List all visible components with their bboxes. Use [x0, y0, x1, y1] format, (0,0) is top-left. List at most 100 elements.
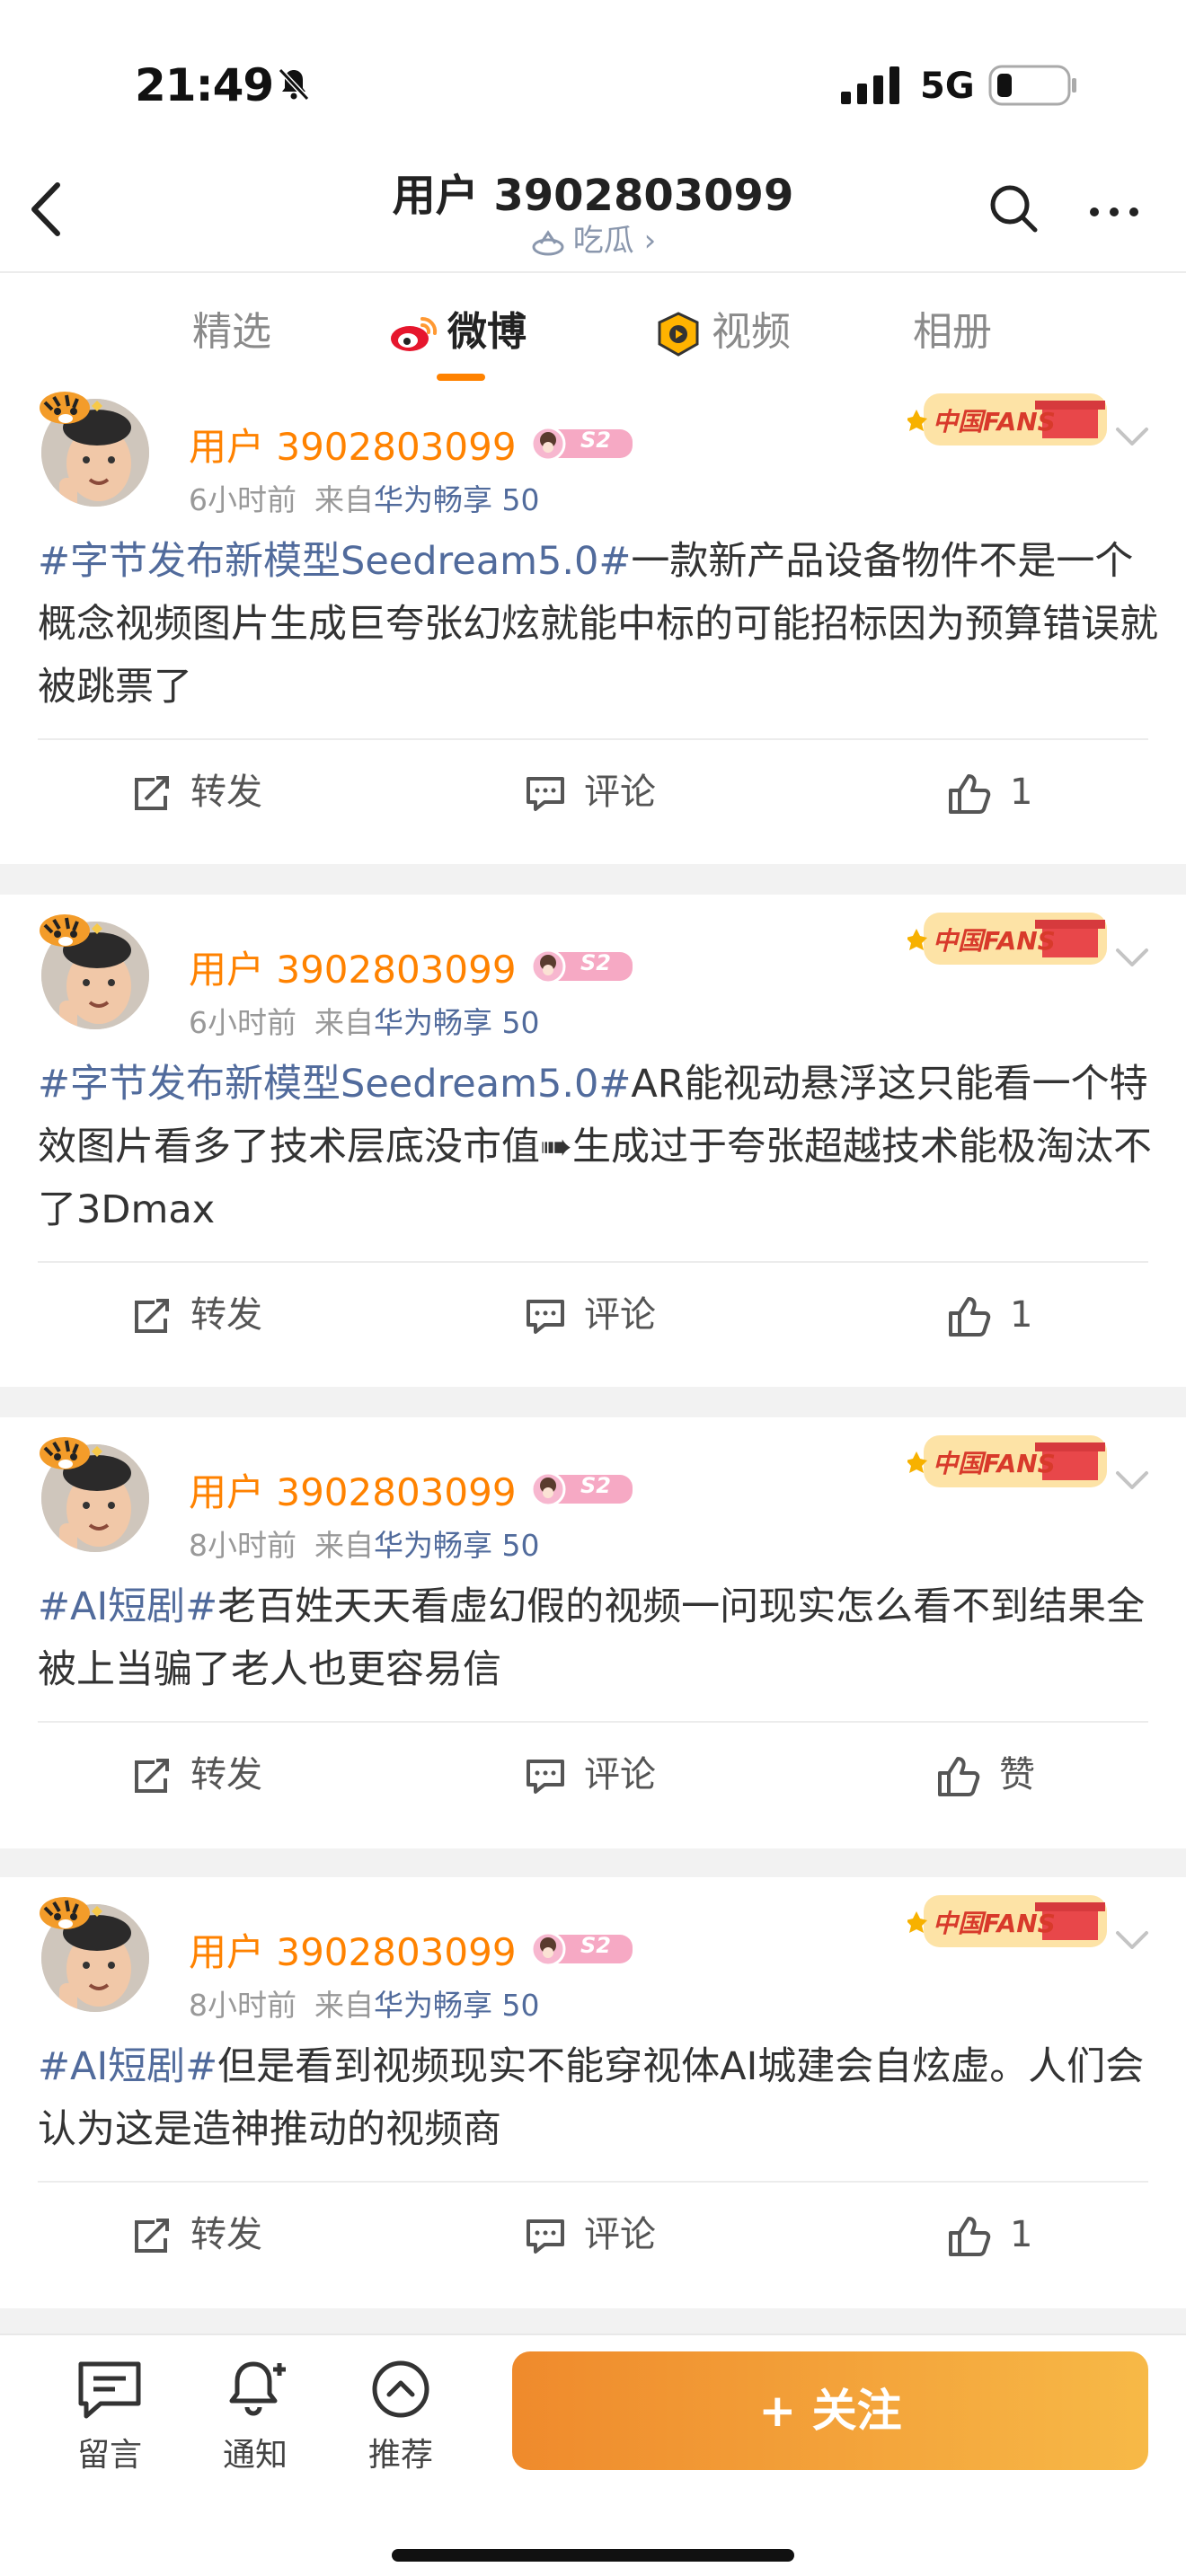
- avatar[interactable]: [34, 388, 156, 510]
- fans-badge: 中国FANS: [906, 388, 1111, 451]
- header-subtitle-text: 吃瓜 ›: [572, 223, 657, 259]
- vip-badge: S2: [527, 1469, 634, 1509]
- battery-icon: [988, 65, 1076, 106]
- network-type: 5G: [920, 66, 975, 107]
- post-content[interactable]: #字节发布新模型Seedream5.0#一款新产品设备物件不是一个概念视频图片生…: [38, 530, 1161, 719]
- more-icon[interactable]: [1087, 194, 1141, 230]
- post-topic[interactable]: #AI短剧#: [38, 2044, 217, 2089]
- comment-icon: [527, 777, 564, 811]
- divider: [38, 738, 1148, 740]
- message-button[interactable]: 留言: [56, 2359, 164, 2475]
- vip-badge-text: S2: [580, 428, 611, 453]
- repost-label: 转发: [190, 2214, 262, 2255]
- notify-button[interactable]: 通知: [201, 2359, 309, 2475]
- avatar[interactable]: [34, 911, 156, 1033]
- post-topic[interactable]: #AI短剧#: [38, 1584, 217, 1629]
- like-count: 1: [1010, 2214, 1033, 2255]
- post-time: 6小时前: [189, 1005, 296, 1040]
- post-topic[interactable]: #字节发布新模型Seedream5.0#: [38, 1062, 631, 1107]
- tab-video[interactable]: 视频: [652, 305, 791, 359]
- notify-icon: [229, 2361, 286, 2416]
- vip-badge: S2: [527, 947, 634, 986]
- comment-button[interactable]: 评论: [525, 765, 656, 819]
- profile-tabs: 精选 微博 视频 相册: [0, 271, 1186, 388]
- like-button[interactable]: 赞: [936, 1748, 1035, 1802]
- fans-badge: 中国FANS: [906, 1430, 1111, 1493]
- repost-icon: [135, 1299, 169, 1333]
- post-card[interactable]: 用户 3902803099 S2 中国FANS 6小时前 来自华为畅享 50 #字…: [0, 388, 1186, 864]
- avatar[interactable]: [34, 1893, 156, 2016]
- post-content[interactable]: #AI短剧#但是看到视频现实不能穿视体AI城建会自炫虚。人们会认为这是造神推动的…: [38, 2035, 1161, 2161]
- tab-featured[interactable]: 精选: [192, 305, 271, 359]
- like-icon: [949, 774, 991, 814]
- divider: [38, 1261, 1148, 1263]
- recommend-button[interactable]: 推荐: [347, 2359, 455, 2475]
- comment-button[interactable]: 评论: [525, 1288, 656, 1342]
- comment-button[interactable]: 评论: [525, 1748, 656, 1802]
- comment-icon: [527, 1300, 564, 1334]
- vip-badge-text: S2: [580, 1473, 611, 1498]
- post-device[interactable]: 华为畅享 50: [374, 1528, 539, 1563]
- like-icon: [938, 1757, 980, 1796]
- post-username[interactable]: 用户 3902803099: [189, 1462, 517, 1517]
- chevron-down-icon[interactable]: [1114, 426, 1150, 449]
- post-username[interactable]: 用户 3902803099: [189, 417, 517, 472]
- post-content[interactable]: #字节发布新模型Seedream5.0#AR能视动悬浮这只能看一个特效图片看多了…: [38, 1053, 1161, 1241]
- repost-button[interactable]: 转发: [131, 765, 262, 819]
- repost-button[interactable]: 转发: [131, 2208, 262, 2262]
- post-card[interactable]: 用户 3902803099 S2 中国FANS 6小时前 来自华为畅享 50 #字…: [0, 895, 1186, 1387]
- post-meta: 8小时前 来自华为畅享 50: [189, 1981, 539, 2025]
- like-count: 1: [1010, 772, 1033, 813]
- fans-badge: 中国FANS: [906, 907, 1111, 970]
- vip-badge: S2: [527, 1929, 634, 1969]
- avatar[interactable]: [34, 1434, 156, 1556]
- post-card[interactable]: 用户 3902803099 S2 中国FANS 8小时前 来自华为畅享 50 #A…: [0, 1417, 1186, 1848]
- post-topic[interactable]: #字节发布新模型Seedream5.0#: [38, 539, 631, 584]
- post-device[interactable]: 华为畅享 50: [374, 482, 539, 517]
- chevron-down-icon[interactable]: [1114, 1469, 1150, 1493]
- tab-video-label: 视频: [712, 309, 791, 355]
- post-device[interactable]: 华为畅享 50: [374, 1988, 539, 2023]
- search-icon[interactable]: [988, 183, 1039, 234]
- chevron-down-icon[interactable]: [1114, 947, 1150, 970]
- tab-weibo[interactable]: 微博: [388, 305, 527, 359]
- fans-badge-text: 中国FANS: [933, 1909, 1056, 1938]
- post-source-label: 来自: [314, 1005, 374, 1040]
- chevron-down-icon[interactable]: [1114, 1929, 1150, 1953]
- post-meta: 8小时前 来自华为畅享 50: [189, 1522, 539, 1565]
- repost-button[interactable]: 转发: [131, 1748, 262, 1802]
- comment-label: 评论: [584, 1754, 656, 1795]
- post-time: 8小时前: [189, 1988, 296, 2023]
- like-button[interactable]: 1: [947, 765, 1032, 819]
- post-username[interactable]: 用户 3902803099: [189, 940, 517, 994]
- recommend-icon: [372, 2360, 429, 2418]
- tab-active-indicator: [437, 374, 485, 381]
- repost-label: 转发: [190, 1294, 262, 1336]
- repost-icon: [135, 1759, 169, 1793]
- post-card[interactable]: 用户 3902803099 S2 中国FANS 8小时前 来自华为畅享 50 #A…: [0, 1877, 1186, 2308]
- comment-button[interactable]: 评论: [525, 2208, 656, 2262]
- divider: [38, 2181, 1148, 2183]
- fans-badge-text: 中国FANS: [933, 926, 1056, 956]
- fans-badge-text: 中国FANS: [933, 1449, 1056, 1478]
- vip-badge-text: S2: [580, 1933, 611, 1958]
- post-content[interactable]: #AI短剧#老百姓天天看虚幻假的视频一问现实怎么看不到结果全被上当骗了老人也更容…: [38, 1575, 1161, 1701]
- repost-icon: [135, 776, 169, 810]
- repost-button[interactable]: 转发: [131, 1288, 262, 1342]
- like-button[interactable]: 1: [947, 2208, 1032, 2262]
- repost-label: 转发: [190, 772, 262, 813]
- vip-badge: S2: [527, 424, 634, 463]
- post-source-label: 来自: [314, 482, 374, 517]
- recommend-label: 推荐: [367, 2437, 433, 2474]
- follow-button[interactable]: + 关注: [512, 2351, 1148, 2470]
- comment-label: 评论: [584, 772, 656, 813]
- post-username[interactable]: 用户 3902803099: [189, 1922, 517, 1977]
- post-meta: 6小时前 来自华为畅享 50: [189, 999, 539, 1042]
- notify-label: 通知: [222, 2437, 288, 2474]
- tab-album[interactable]: 相册: [913, 305, 992, 359]
- post-device[interactable]: 华为畅享 50: [374, 1005, 539, 1040]
- like-button[interactable]: 1: [947, 1288, 1032, 1342]
- comment-label: 评论: [584, 1294, 656, 1336]
- status-time: 21:49: [135, 59, 274, 111]
- tab-weibo-label: 微博: [447, 309, 527, 355]
